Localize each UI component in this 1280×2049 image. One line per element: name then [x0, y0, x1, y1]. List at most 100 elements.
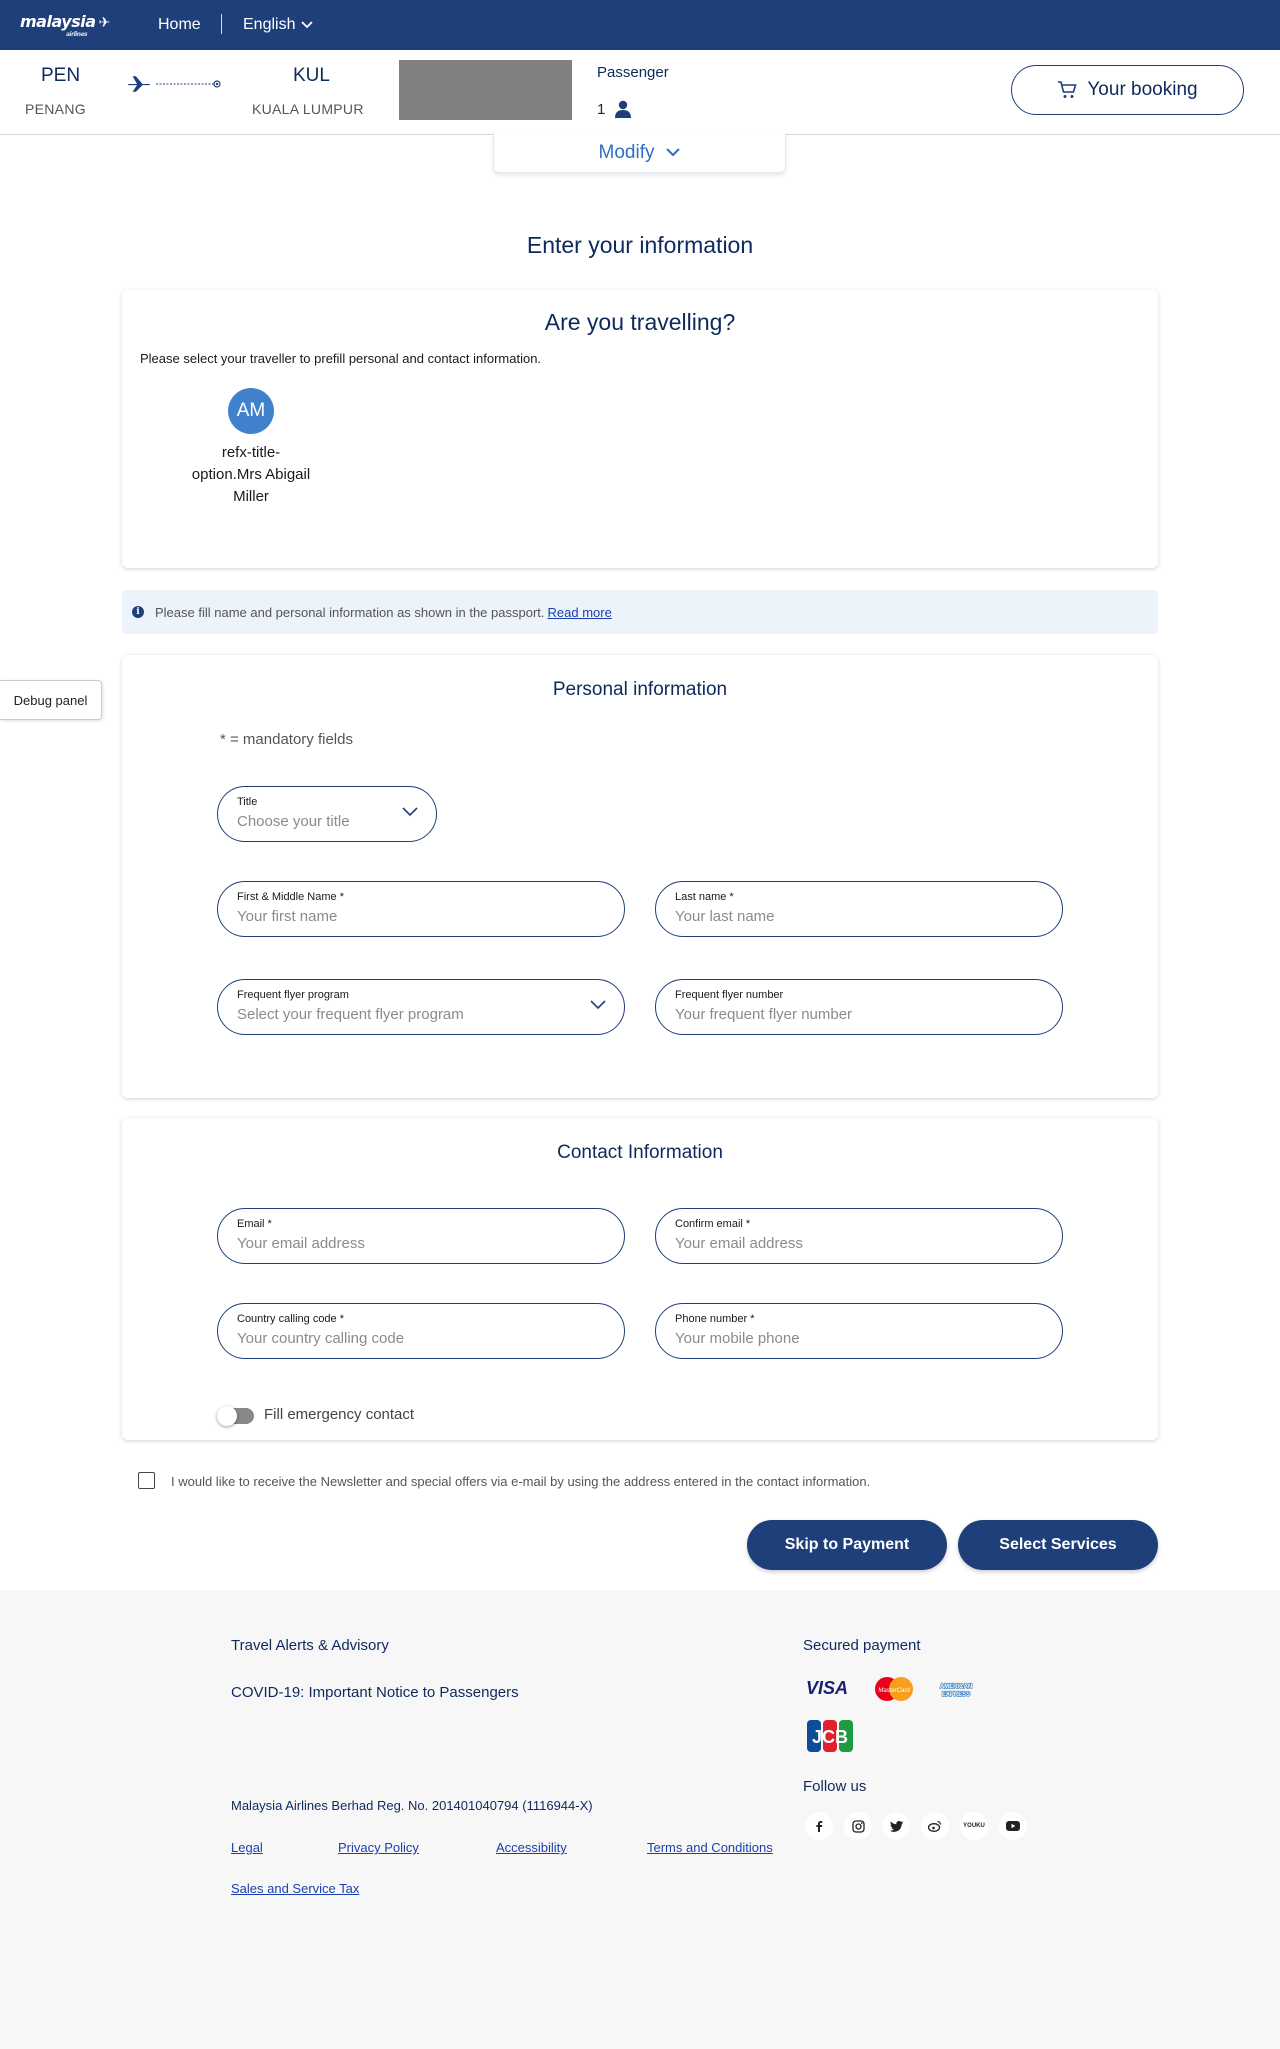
chevron-down-icon	[666, 148, 681, 157]
terms-link[interactable]: Terms and Conditions	[647, 1840, 773, 1855]
debug-panel-button[interactable]: Debug panel	[0, 680, 102, 720]
personal-info-title: Personal information	[552, 679, 728, 700]
confirm-email-label: Confirm email *	[675, 1218, 751, 1230]
chevron-down-icon	[590, 1000, 606, 1010]
youtube-icon[interactable]	[999, 1812, 1027, 1840]
traveller-hint: Please select your traveller to prefill …	[140, 351, 542, 366]
ff-program-label: Frequent flyer program	[237, 989, 349, 1001]
select-services-button[interactable]: Select Services	[958, 1520, 1158, 1570]
secured-payment-heading: Secured payment	[803, 1637, 921, 1654]
country-calling-code-field[interactable]: Country calling code * Your country call…	[217, 1303, 625, 1359]
ff-number-label: Frequent flyer number	[675, 989, 784, 1001]
first-name-label: First & Middle Name *	[237, 891, 344, 903]
emergency-contact-label: Fill emergency contact	[264, 1406, 415, 1423]
passport-info-banner: i Please fill name and personal informat…	[122, 590, 1158, 634]
origin-code: PEN	[41, 65, 81, 86]
first-name-placeholder: Your first name	[237, 908, 338, 925]
phone-number-field[interactable]: Phone number * Your mobile phone	[655, 1303, 1063, 1359]
flight-summary-bar: PEN PENANG KUL KUALA LUMPUR Passenger 1 …	[0, 50, 1280, 135]
skip-to-payment-button[interactable]: Skip to Payment	[747, 1520, 947, 1570]
travel-alerts-link[interactable]: Travel Alerts & Advisory	[231, 1637, 389, 1654]
covid-notice-link[interactable]: COVID-19: Important Notice to Passengers	[231, 1684, 519, 1701]
svg-text:AMERICAN: AMERICAN	[940, 1684, 972, 1690]
svg-text:MasterCard: MasterCard	[878, 1688, 910, 1694]
last-name-field[interactable]: Last name * Your last name	[655, 881, 1063, 937]
malaysia-airlines-logo[interactable]: malaysia ✈ airlines	[20, 12, 110, 38]
nav-divider	[221, 14, 222, 34]
passenger-label: Passenger	[597, 64, 669, 81]
origin-city: PENANG	[25, 101, 86, 117]
weibo-icon[interactable]	[921, 1812, 949, 1840]
mandatory-fields-note: * = mandatory fields	[220, 731, 353, 748]
follow-us-heading: Follow us	[803, 1778, 867, 1795]
ff-program-placeholder: Select your frequent flyer program	[237, 1006, 464, 1023]
language-label: English	[243, 16, 296, 33]
flight-route-icon	[128, 76, 221, 92]
your-booking-label: Your booking	[1087, 79, 1198, 100]
email-placeholder: Your email address	[237, 1235, 365, 1252]
traveller-name[interactable]: refx-title- option.Mrs Abigail Miller	[178, 442, 324, 508]
traveller-selection-card: Are you travelling? Please select your t…	[122, 290, 1158, 568]
frequent-flyer-program-select[interactable]: Frequent flyer program Select your frequ…	[217, 979, 625, 1035]
chevron-down-icon	[301, 21, 314, 29]
logo-text: malaysia	[20, 12, 96, 31]
your-booking-button[interactable]: Your booking	[1011, 65, 1244, 115]
privacy-policy-link[interactable]: Privacy Policy	[338, 1840, 419, 1855]
frequent-flyer-number-field[interactable]: Frequent flyer number Your frequent flye…	[655, 979, 1063, 1035]
traveller-card-title: Are you travelling?	[544, 309, 736, 335]
toggle-knob	[217, 1406, 237, 1426]
youku-icon[interactable]: YOUKU	[960, 1812, 988, 1840]
destination-city: KUALA LUMPUR	[252, 101, 364, 117]
top-navigation: malaysia ✈ airlines Home English	[0, 0, 1280, 50]
title-select[interactable]: Title Choose your title	[217, 786, 437, 842]
email-label: Email *	[237, 1218, 272, 1230]
email-field[interactable]: Email * Your email address	[217, 1208, 625, 1264]
language-selector[interactable]: English	[243, 16, 314, 34]
destination-code: KUL	[293, 65, 330, 86]
sales-service-tax-link[interactable]: Sales and Service Tax	[231, 1881, 359, 1896]
contact-info-title: Contact Information	[557, 1142, 723, 1163]
emergency-contact-toggle[interactable]	[217, 1406, 254, 1426]
newsletter-checkbox[interactable]	[138, 1472, 155, 1489]
footer: Travel Alerts & Advisory COVID-19: Impor…	[0, 1590, 1280, 2049]
read-more-link[interactable]: Read more	[548, 605, 612, 620]
calling-code-label: Country calling code *	[237, 1313, 345, 1325]
first-middle-name-field[interactable]: First & Middle Name * Your first name	[217, 881, 625, 937]
modify-search-toggle[interactable]: Modify	[493, 133, 786, 173]
passenger-count: 1	[597, 100, 632, 118]
jcb-logo: JCB	[807, 1720, 853, 1752]
info-icon: i	[132, 606, 144, 618]
passenger-count-value: 1	[597, 100, 606, 118]
traveller-name-line: option.Mrs Abigail	[191, 466, 311, 483]
title-select-placeholder: Choose your title	[237, 813, 350, 830]
title-select-label: Title	[237, 796, 258, 808]
traveller-name-line: refx-title-	[221, 444, 281, 461]
visa-logo: VISA	[806, 1679, 848, 1697]
facebook-icon[interactable]	[805, 1812, 833, 1840]
mastercard-logo: MasterCard	[875, 1677, 913, 1701]
accessibility-link[interactable]: Accessibility	[496, 1840, 567, 1855]
passport-info-text: Please fill name and personal informatio…	[155, 604, 545, 620]
svg-text:VISA: VISA	[806, 1679, 848, 1697]
chevron-down-icon	[402, 807, 418, 817]
legal-link[interactable]: Legal	[231, 1840, 263, 1855]
company-registration: Malaysia Airlines Berhad Reg. No. 201401…	[231, 1798, 593, 1813]
personal-information-card: Personal information * = mandatory field…	[122, 655, 1158, 1098]
ff-number-placeholder: Your frequent flyer number	[675, 1006, 853, 1023]
confirm-email-field[interactable]: Confirm email * Your email address	[655, 1208, 1063, 1264]
person-icon	[615, 100, 632, 118]
redacted-date-block	[399, 60, 572, 120]
nav-home-link[interactable]: Home	[158, 16, 201, 34]
phone-placeholder: Your mobile phone	[675, 1330, 800, 1347]
svg-text:EXPRESS: EXPRESS	[942, 1692, 970, 1698]
instagram-icon[interactable]	[844, 1812, 872, 1840]
logo-subtext: airlines	[66, 31, 88, 38]
calling-code-placeholder: Your country calling code	[237, 1330, 405, 1347]
contact-information-card: Contact Information Email * Your email a…	[122, 1118, 1158, 1440]
traveller-avatar[interactable]: AM	[228, 388, 274, 434]
cart-icon	[1058, 81, 1077, 98]
confirm-email-placeholder: Your email address	[675, 1235, 803, 1252]
page-title: Enter your information	[526, 232, 754, 258]
twitter-icon[interactable]	[882, 1812, 910, 1840]
modify-label: Modify	[598, 141, 655, 163]
